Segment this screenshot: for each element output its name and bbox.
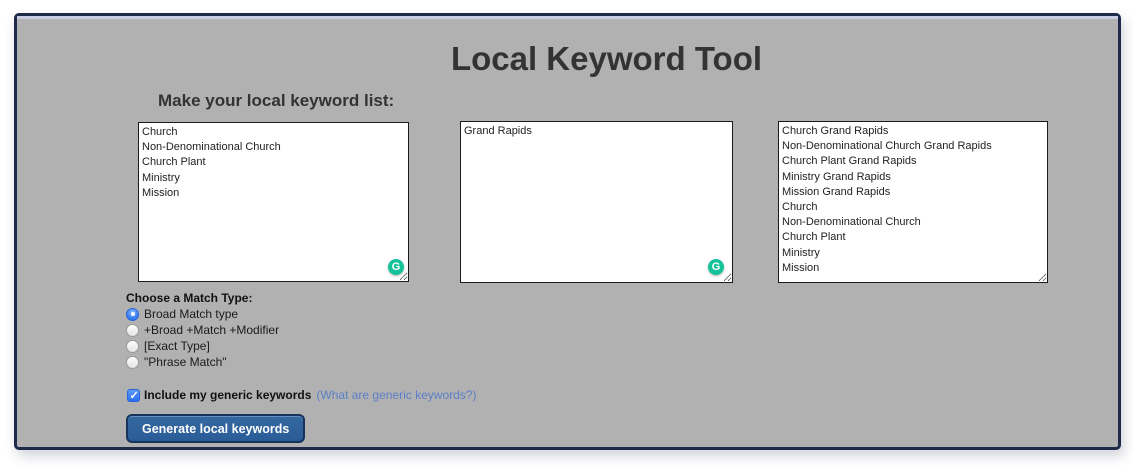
generated-keywords-textarea[interactable]: Church Grand Rapids Non-Denominational C… — [778, 121, 1048, 283]
window-top-highlight — [17, 16, 1118, 19]
radio-icon[interactable] — [126, 323, 139, 337]
page-title: Local Keyword Tool — [450, 40, 763, 77]
grammarly-icon[interactable]: G — [708, 259, 724, 275]
radio-icon[interactable] — [126, 307, 139, 321]
radio-label[interactable]: [Exact Type] — [144, 339, 210, 353]
radio-option-broad-match-modifier[interactable]: +Broad +Match +Modifier — [126, 322, 279, 338]
generate-local-keywords-button[interactable]: Generate local keywords — [126, 414, 306, 443]
include-generic-keywords-row[interactable]: Include my generic keywords (What are ge… — [127, 387, 476, 403]
radio-label[interactable]: Broad Match type — [144, 307, 238, 321]
radio-icon[interactable] — [126, 339, 139, 353]
radio-option-broad-match[interactable]: Broad Match type — [126, 306, 279, 322]
generic-keywords-textarea[interactable]: Church Non-Denominational Church Church … — [138, 122, 409, 282]
match-type-heading: Choose a Match Type: — [126, 291, 253, 305]
generic-keywords-help-link[interactable]: (What are generic keywords?) — [316, 388, 476, 402]
radio-label[interactable]: +Broad +Match +Modifier — [144, 323, 279, 337]
radio-icon[interactable] — [126, 355, 139, 369]
app-window: Local Keyword Tool Make your local keywo… — [14, 13, 1121, 450]
location-textarea[interactable]: Grand Rapids — [460, 121, 733, 283]
section-heading: Make your local keyword list: — [158, 91, 395, 110]
radio-option-phrase-match[interactable]: "Phrase Match" — [126, 354, 279, 370]
radio-option-exact-type[interactable]: [Exact Type] — [126, 338, 279, 354]
match-type-radio-group: Broad Match type +Broad +Match +Modifier… — [126, 306, 279, 370]
include-generic-keywords-label[interactable]: Include my generic keywords — [144, 388, 311, 402]
checkbox-icon[interactable] — [127, 388, 140, 402]
radio-label[interactable]: "Phrase Match" — [144, 355, 227, 369]
grammarly-icon[interactable]: G — [388, 259, 404, 275]
